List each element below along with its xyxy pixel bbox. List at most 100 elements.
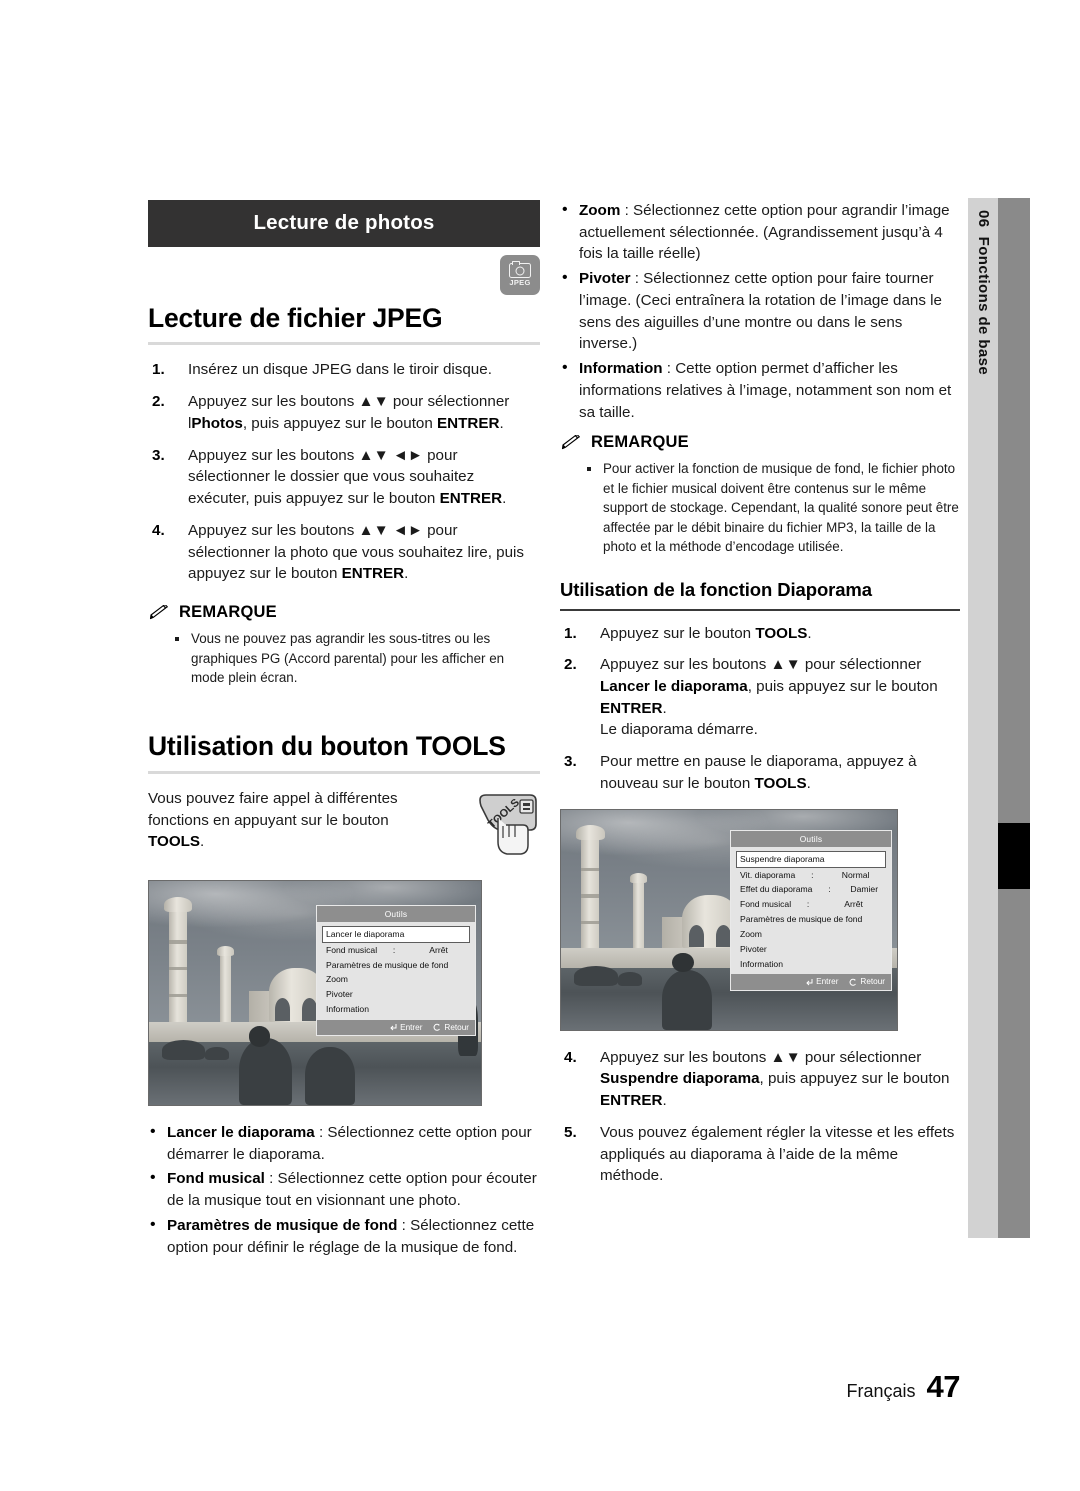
- step-text: Vous pouvez également régler la vitesse …: [600, 1123, 955, 1185]
- photo-bush: [205, 1046, 229, 1061]
- osd-item-label: Information: [326, 1004, 369, 1015]
- photo-minaret-ring: [581, 894, 600, 898]
- option-desc: : Sélectionnez cette option pour agrandi…: [579, 202, 950, 263]
- title-divider: [148, 342, 540, 346]
- osd-item-pivoter[interactable]: Pivoter: [736, 942, 886, 957]
- osd-item-fond-musical[interactable]: Fond musical : Arrêt: [736, 898, 886, 913]
- list-item: Vous ne pouvez pas agrandir les sous-tit…: [174, 629, 540, 687]
- photo-minaret-cap: [216, 945, 235, 956]
- option-term: Paramètres de musique de fond: [167, 1216, 398, 1234]
- osd-item-label: Fond musical: [740, 899, 792, 910]
- osd-item-label: Suspendre diaporama: [740, 853, 825, 864]
- osd-item-lancer-le-diaporama[interactable]: Lancer le diaporama: [322, 926, 470, 944]
- photo-options-list: Zoom : Sélectionnez cette option pour ag…: [560, 199, 960, 423]
- section-title-bar: Lecture de photos: [148, 200, 540, 247]
- step-text: Appuyez sur les boutons ▲▼ ◄► pour sélec…: [188, 521, 525, 583]
- osd-item-vit-diaporama[interactable]: Vit. diaporama : Normal: [736, 868, 886, 883]
- osd-item-zoom[interactable]: Zoom: [736, 928, 886, 943]
- osd-tools-menu[interactable]: Outils Lancer le diaporama Fond musical …: [316, 904, 476, 1037]
- option-term: Information: [579, 360, 663, 378]
- step-number: 2.: [564, 656, 577, 674]
- photo-minaret-ring: [168, 993, 187, 998]
- osd-item-parametres-de-musique-de-fond[interactable]: Paramètres de musique de fond: [322, 958, 470, 973]
- photo-minaret-cap: [575, 825, 605, 841]
- osd-items: Suspendre diaporama Vit. diaporama : Nor…: [731, 847, 891, 974]
- osd-item-value: Damier: [850, 884, 879, 895]
- osd-return-hint: Retour: [433, 1023, 469, 1032]
- remarque-heading: REMARQUE: [148, 603, 540, 622]
- photo-minaret: [220, 954, 231, 1022]
- photo-minaret: [633, 882, 644, 949]
- tools-heading: Utilisation du bouton TOOLS: [148, 731, 506, 762]
- jpeg-badge-label: JPEG: [509, 278, 531, 287]
- step-text: Appuyez sur les boutons ▲▼ pour sélectio…: [188, 393, 510, 432]
- list-item: 5. Vous pouvez également régler la vites…: [560, 1122, 960, 1187]
- option-term: Zoom: [579, 202, 621, 219]
- osd-item-information[interactable]: Information: [322, 1003, 470, 1018]
- option-desc: : Sélectionnez cette option pour faire t…: [579, 270, 943, 353]
- osd-enter-hint: Entrer: [805, 977, 838, 986]
- manual-page: Lecture de photos JPEG Lecture de fichie…: [0, 0, 1080, 1491]
- osd-item-label: Pivoter: [740, 943, 767, 954]
- photo-arch: [688, 925, 704, 948]
- enter-key-icon: [390, 1024, 397, 1031]
- tools-options-list: Lancer le diaporama : Sélectionnez cette…: [148, 1121, 540, 1258]
- list-item: 3. Pour mettre en pause le diaporama, ap…: [560, 751, 960, 794]
- step-number: 1.: [564, 624, 577, 642]
- osd-item-value: Normal: [841, 869, 870, 880]
- photo-person: [238, 1037, 292, 1105]
- list-item: 4. Appuyez sur les boutons ▲▼ ◄► pour sé…: [148, 520, 540, 585]
- slideshow-divider: [560, 608, 960, 611]
- list-item: 2. Appuyez sur les boutons ▲▼ pour sélec…: [148, 391, 540, 434]
- osd-item-value: Arrêt: [429, 944, 448, 955]
- osd-item-label: Paramètres de musique de fond: [740, 914, 863, 925]
- remarque-label: REMARQUE: [179, 603, 277, 622]
- tools-intro-text: Vous pouvez faire appel à différentes fo…: [148, 789, 398, 851]
- osd-item-parametres-de-musique-de-fond[interactable]: Paramètres de musique de fond: [736, 913, 886, 928]
- page-footer: Français 47: [846, 1369, 960, 1405]
- jpeg-media-badge: JPEG: [500, 255, 540, 295]
- osd-item-fond-musical[interactable]: Fond musical : Arrêt: [322, 943, 470, 958]
- list-item: 4. Appuyez sur les boutons ▲▼ pour sélec…: [560, 1047, 960, 1112]
- list-item: Information : Cette option permet d’affi…: [560, 357, 960, 423]
- osd-item-value: Arrêt: [844, 899, 863, 910]
- list-item: Fond musical : Sélectionnez cette option…: [148, 1167, 540, 1211]
- osd-item-label: Paramètres de musique de fond: [326, 959, 449, 970]
- step-text: Appuyez sur les boutons ▲▼ pour sélectio…: [600, 656, 938, 739]
- osd-return-label: Retour: [860, 977, 885, 987]
- step-number: 4.: [152, 521, 165, 539]
- slideshow-steps-list-continued: 4. Appuyez sur les boutons ▲▼ pour sélec…: [560, 1047, 960, 1187]
- photo-minaret-ring: [168, 966, 187, 971]
- remarque-notes-right: Pour activer la fonction de musique de f…: [560, 459, 960, 556]
- photo-person: [661, 970, 713, 1030]
- step-number: 4.: [564, 1048, 577, 1066]
- option-term: Pivoter: [579, 270, 631, 288]
- photo-bush: [574, 965, 619, 986]
- osd-enter-hint: Entrer: [389, 1023, 422, 1032]
- photo-minaret-cap: [163, 896, 193, 913]
- osd-item-effet-du-diaporama[interactable]: Effet du diaporama : Damier: [736, 883, 886, 898]
- return-arrow-icon: [849, 978, 857, 986]
- osd-item-suspendre-diaporama[interactable]: Suspendre diaporama: [736, 851, 886, 869]
- pencil-icon: [561, 434, 580, 449]
- step-number: 1.: [152, 361, 165, 379]
- photo-bush: [162, 1039, 206, 1061]
- enter-key-icon: [806, 978, 813, 986]
- osd-item-information[interactable]: Information: [736, 957, 886, 972]
- osd-item-pivoter[interactable]: Pivoter: [322, 988, 470, 1003]
- osd-item-label: Zoom: [740, 929, 762, 940]
- option-term: Lancer le diaporama: [167, 1123, 315, 1141]
- tools-intro-row: Vous pouvez faire appel à différentes fo…: [148, 788, 540, 862]
- osd-item-label: Vit. diaporama: [740, 869, 796, 880]
- osd-item-label: Effet du diaporama: [740, 884, 813, 895]
- osd-return-hint: Retour: [849, 977, 885, 986]
- photo-minaret-ring: [581, 920, 600, 925]
- step-number: 2.: [152, 393, 165, 411]
- footer-page-number: 47: [926, 1369, 961, 1404]
- osd-item-label: Fond musical: [326, 944, 378, 955]
- osd-slideshow-menu[interactable]: Outils Suspendre diaporama Vit. diaporam…: [730, 829, 892, 991]
- osd-item-label: Zoom: [326, 974, 348, 985]
- list-item: Zoom : Sélectionnez cette option pour ag…: [560, 199, 960, 265]
- osd-item-zoom[interactable]: Zoom: [322, 973, 470, 988]
- osd-enter-label: Entrer: [816, 977, 839, 987]
